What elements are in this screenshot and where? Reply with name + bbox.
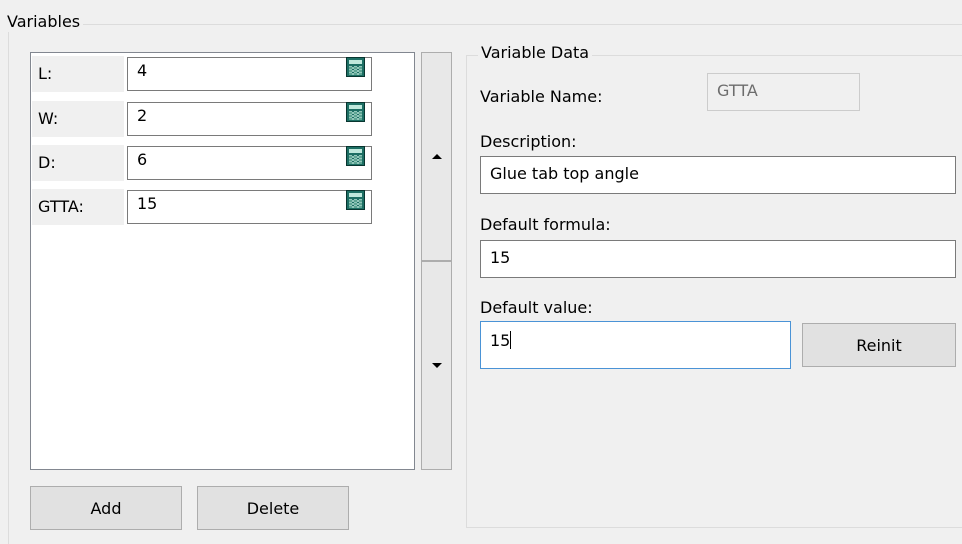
variable-value-input[interactable]: 4: [127, 57, 372, 91]
default-value-field[interactable]: 15: [480, 321, 791, 369]
variable-label: W:: [32, 101, 124, 137]
variable-value-input[interactable]: 6: [127, 146, 372, 180]
default-formula-field[interactable]: 15: [480, 240, 956, 278]
calculator-icon[interactable]: [346, 57, 365, 77]
variable-name-label: Variable Name:: [480, 87, 603, 106]
variable-label: D:: [32, 145, 124, 181]
variable-data-groupbox: [466, 55, 962, 528]
variable-row-l: L: 4: [31, 53, 414, 92]
variable-label: GTTA:: [32, 189, 124, 225]
variable-list[interactable]: L: 4 W: 2 D: 6 GTTA: 15: [30, 52, 415, 470]
variable-value-input[interactable]: 15: [127, 190, 372, 224]
variable-row-gtta: GTTA: 15: [31, 186, 414, 225]
variable-data-title: Variable Data: [478, 43, 593, 63]
reinit-button[interactable]: Reinit: [802, 323, 956, 367]
calculator-icon[interactable]: [346, 146, 365, 166]
default-value-text: 15: [490, 331, 511, 350]
arrow-up-icon: [431, 154, 442, 159]
arrow-down-icon: [431, 363, 442, 368]
calculator-icon[interactable]: [346, 102, 365, 122]
default-value-label: Default value:: [480, 298, 593, 317]
text-caret: [510, 331, 512, 349]
variable-label: L:: [32, 56, 124, 92]
variable-row-w: W: 2: [31, 98, 414, 137]
variable-row-d: D: 6: [31, 142, 414, 181]
move-down-button[interactable]: [421, 261, 452, 470]
variable-value-input[interactable]: 2: [127, 102, 372, 136]
variables-group-title: Variables: [4, 12, 84, 32]
calculator-icon[interactable]: [346, 190, 365, 210]
description-label: Description:: [480, 132, 577, 151]
description-field[interactable]: Glue tab top angle: [480, 156, 956, 194]
variable-name-field: GTTA: [707, 73, 860, 111]
move-up-button[interactable]: [421, 52, 452, 261]
delete-button[interactable]: Delete: [197, 486, 349, 530]
add-button[interactable]: Add: [30, 486, 182, 530]
default-formula-label: Default formula:: [480, 215, 611, 234]
